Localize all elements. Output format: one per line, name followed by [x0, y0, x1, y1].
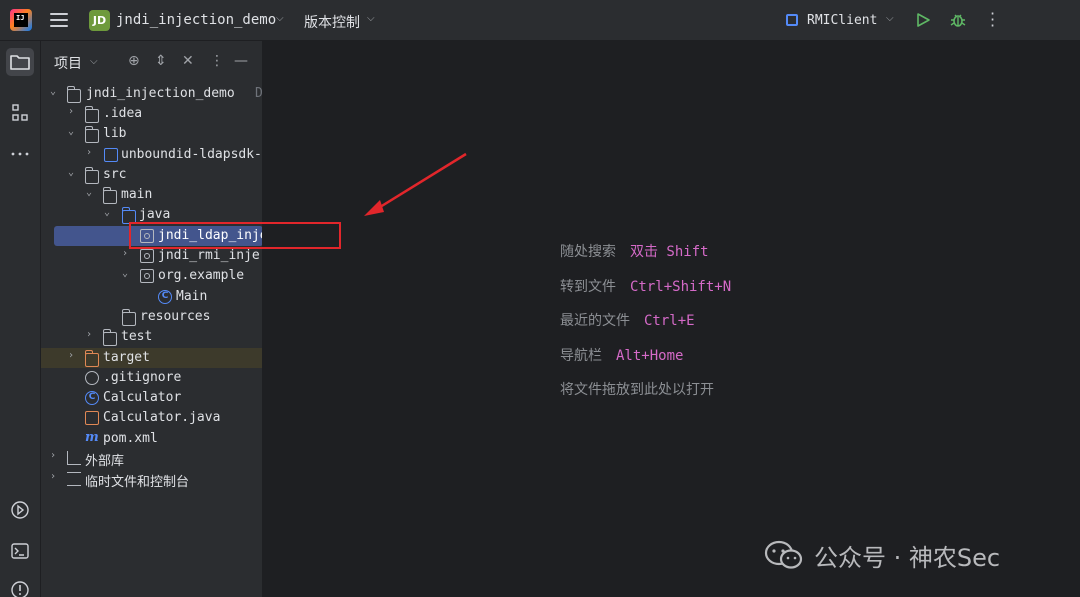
chevron-right-icon[interactable]: › — [83, 329, 95, 340]
chevron-down-icon[interactable]: ⌵ — [276, 13, 284, 24]
hint-recent-files: 最近的文件 Ctrl+E — [560, 313, 695, 329]
chevron-down-icon[interactable]: ⌄ — [119, 268, 131, 279]
class-icon: C — [85, 391, 99, 405]
project-tool-button[interactable] — [6, 48, 34, 76]
chevron-down-icon[interactable]: ⌵ — [90, 56, 98, 67]
tree-item-root[interactable]: ⌄ jndi_injection_demo D — [41, 84, 262, 104]
watermark-text: 公众号 · 神农Sec — [814, 543, 1001, 572]
project-panel-header: 项目 ⌵ ⊕ ⇕ ✕ ⋮ — — [41, 41, 262, 81]
hint-search-everywhere: 随处搜索 双击 Shift — [560, 244, 709, 260]
project-panel: 项目 ⌵ ⊕ ⇕ ✕ ⋮ — ⌄ jndi_injection_demo D ›… — [41, 41, 263, 597]
chevron-right-icon[interactable]: › — [47, 450, 59, 461]
watermark: 公众号 · 神农Sec — [764, 537, 1000, 573]
chevron-down-icon[interactable]: ⌵ — [367, 13, 375, 24]
expand-all-icon[interactable]: ⇕ — [155, 53, 167, 69]
tree-item-idea[interactable]: › .idea — [41, 104, 262, 124]
hint-go-to-file: 转到文件 Ctrl+Shift+N — [560, 279, 732, 295]
class-icon: C — [158, 290, 172, 304]
editor-area[interactable]: 随处搜索 双击 Shift 转到文件 Ctrl+Shift+N 最近的文件 Ctrl+… — [264, 41, 1080, 597]
chevron-down-icon[interactable]: ⌵ — [886, 13, 894, 24]
run-icon[interactable] — [915, 12, 931, 28]
tree-item-main-class[interactable]: C Main — [41, 287, 262, 307]
resources-folder-icon — [121, 309, 136, 326]
library-icon — [67, 451, 81, 465]
scratch-icon — [67, 472, 81, 486]
more-actions-icon[interactable]: · · · — [990, 6, 995, 34]
excluded-folder-icon — [84, 350, 99, 367]
main-menu-icon[interactable] — [50, 13, 68, 27]
folder-icon — [10, 55, 30, 70]
structure-tool-button[interactable] — [6, 99, 34, 127]
hide-icon[interactable]: — — [234, 53, 248, 69]
chevron-down-icon[interactable]: ⌄ — [83, 187, 95, 198]
options-icon[interactable]: ⋮ — [210, 53, 224, 69]
hint-navigation-bar: 导航栏 Alt+Home — [560, 348, 684, 364]
tree-item-scratches[interactable]: › 临时文件和控制台 — [41, 469, 262, 490]
chevron-right-icon[interactable]: › — [65, 106, 77, 117]
tree-item-lib[interactable]: ⌄ lib — [41, 124, 262, 144]
project-name-dropdown[interactable]: jndi_injection_demo — [116, 12, 276, 28]
tree-item-calculator-class[interactable]: C Calculator — [41, 388, 262, 408]
tree-item-unboundid[interactable]: › unboundid-ldapsdk- — [41, 145, 262, 165]
annotation-arrow — [364, 152, 467, 216]
annotation-highlight-box — [129, 222, 341, 249]
chevron-down-icon[interactable]: ⌄ — [101, 207, 113, 218]
folder-icon — [84, 126, 99, 143]
jar-icon — [104, 148, 118, 162]
tree-item-calculator-java[interactable]: Calculator.java — [41, 408, 262, 428]
folder-icon — [84, 167, 99, 184]
services-tool-button[interactable] — [6, 496, 34, 524]
terminal-icon — [11, 543, 29, 559]
ignore-file-icon — [85, 371, 99, 385]
more-horizontal-icon — [11, 152, 29, 156]
wechat-icon — [764, 540, 803, 569]
package-icon — [140, 249, 154, 263]
more-tools-button[interactable] — [6, 140, 34, 168]
project-panel-title[interactable]: 项目 — [54, 53, 82, 73]
problems-tool-button[interactable] — [6, 576, 34, 597]
module-folder-icon — [66, 86, 81, 103]
terminal-tool-button[interactable] — [6, 537, 34, 565]
project-badge[interactable]: JD — [89, 10, 110, 31]
maven-icon: m — [85, 430, 99, 445]
tree-item-target[interactable]: › target — [41, 348, 262, 368]
run-config-icon — [786, 14, 798, 26]
package-icon — [140, 269, 154, 283]
java-file-icon — [85, 411, 99, 425]
folder-icon — [102, 187, 117, 204]
chevron-right-icon[interactable]: › — [83, 147, 95, 158]
locate-icon[interactable]: ⊕ — [128, 53, 140, 69]
run-config-dropdown[interactable]: RMIClient — [807, 13, 877, 28]
chevron-right-icon[interactable]: › — [65, 350, 77, 361]
tree-item-main[interactable]: ⌄ main — [41, 185, 262, 205]
tree-item-org-example[interactable]: ⌄ org.example — [41, 266, 262, 286]
title-bar: IJ JD jndi_injection_demo ⌵ 版本控制 ⌵ RMICl… — [0, 0, 1080, 41]
tree-item-test[interactable]: › test — [41, 327, 262, 347]
hint-drop-files: 将文件拖放到此处以打开 — [560, 382, 714, 398]
tree-item-external-libraries[interactable]: › 外部库 — [41, 448, 262, 469]
chevron-down-icon[interactable]: ⌄ — [65, 167, 77, 178]
debug-icon[interactable] — [949, 11, 967, 29]
chevron-down-icon[interactable]: ⌄ — [65, 126, 77, 137]
intellij-logo-icon[interactable]: IJ — [10, 9, 32, 31]
vcs-dropdown[interactable]: 版本控制 — [304, 12, 360, 32]
tree-item-src[interactable]: ⌄ src — [41, 165, 262, 185]
problems-icon — [11, 581, 29, 597]
tree-item-jndi-rmi-injection[interactable]: › jndi_rmi_inje — [41, 246, 262, 266]
services-icon — [11, 501, 29, 519]
folder-icon — [102, 329, 117, 346]
tree-item-gitignore[interactable]: .gitignore — [41, 368, 262, 388]
folder-icon — [84, 106, 99, 123]
structure-icon — [12, 104, 28, 121]
collapse-all-icon[interactable]: ✕ — [182, 53, 194, 69]
tree-item-pom[interactable]: m pom.xml — [41, 429, 262, 449]
left-tool-window-bar — [0, 41, 41, 597]
chevron-right-icon[interactable]: › — [47, 471, 59, 482]
tree-item-resources[interactable]: resources — [41, 307, 262, 327]
chevron-down-icon[interactable]: ⌄ — [47, 86, 59, 97]
chevron-right-icon[interactable]: › — [119, 248, 131, 259]
